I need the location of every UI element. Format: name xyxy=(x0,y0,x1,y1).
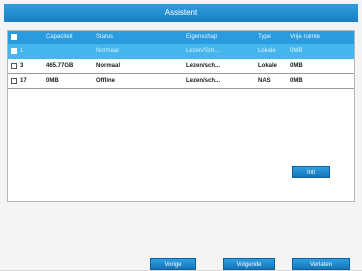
row-free-space: 0MB xyxy=(290,63,303,69)
next-button[interactable]: Volgende xyxy=(223,258,275,270)
header-free-space[interactable]: Vrije ruimte xyxy=(290,31,330,44)
row-property: Lezen/Sch... xyxy=(186,48,220,54)
row-type: Lokale xyxy=(258,63,278,69)
row-checkbox[interactable] xyxy=(11,78,17,84)
init-button[interactable]: Init xyxy=(292,166,330,178)
header-status[interactable]: Status xyxy=(96,31,140,44)
row-free-space: 0MB xyxy=(290,78,303,84)
header-type[interactable]: Type xyxy=(258,31,284,44)
row-capacity: 0MB xyxy=(46,78,59,84)
row-number: 17 xyxy=(20,78,27,84)
row-number: 1 xyxy=(20,48,24,54)
select-all-checkbox[interactable] xyxy=(11,34,17,40)
row-property: Lezen/sch... xyxy=(186,63,221,69)
assistant-dialog: Assistent Capaciteit Status Eigenschap T… xyxy=(0,0,362,270)
row-status: Offline xyxy=(96,78,115,84)
header-capacity[interactable]: Capaciteit xyxy=(46,31,92,44)
row-capacity: 465.77GB xyxy=(46,63,74,69)
row-type: Lokale xyxy=(258,48,276,54)
row-status: Normaal xyxy=(96,48,119,54)
table-row[interactable]: 17 0MB Offline Lezen/sch... NAS 0MB xyxy=(8,74,354,89)
table-row[interactable]: 3 465.77GB Normaal Lezen/sch... Lokale 0… xyxy=(8,59,354,74)
table-row[interactable]: 1 Normaal Lezen/Sch... Lokale 0MB xyxy=(8,44,354,59)
row-free-space: 0MB xyxy=(290,48,303,54)
row-property: Lezen/sch... xyxy=(186,78,221,84)
row-checkbox[interactable] xyxy=(11,63,17,69)
previous-button[interactable]: Vorige xyxy=(150,258,196,270)
row-number: 3 xyxy=(20,63,24,69)
row-status: Normaal xyxy=(96,63,121,69)
dialog-title: Assistent xyxy=(4,4,358,22)
exit-button[interactable]: Verlaten xyxy=(292,258,350,270)
table-header: Capaciteit Status Eigenschap Type Vrije … xyxy=(8,31,354,44)
row-type: NAS xyxy=(258,78,271,84)
header-property[interactable]: Eigenschap xyxy=(186,31,246,44)
row-checkbox[interactable] xyxy=(11,48,17,54)
